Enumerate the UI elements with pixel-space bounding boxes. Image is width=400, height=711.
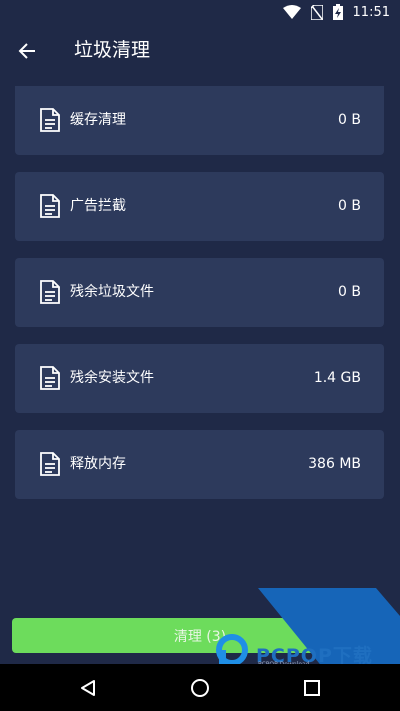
back-triangle-icon bbox=[81, 680, 95, 696]
status-time: 11:51 bbox=[352, 4, 390, 20]
document-icon bbox=[40, 366, 60, 390]
junk-cleaner-screen: 11:51 垃圾清理 缓存清理 0 B 广告拦截 0 B 残余垃圾文件 0 B … bbox=[0, 0, 400, 711]
status-icons: 11:51 bbox=[282, 3, 390, 21]
nav-recents-button[interactable] bbox=[300, 676, 324, 700]
page-title: 垃圾清理 bbox=[74, 39, 151, 61]
wifi-icon bbox=[282, 5, 301, 19]
system-nav-bar bbox=[0, 664, 400, 711]
list-item-size: 0 B bbox=[338, 198, 361, 214]
list-item-ad-block[interactable]: 广告拦截 0 B bbox=[15, 172, 384, 241]
document-icon bbox=[40, 108, 60, 132]
no-sim-icon bbox=[310, 4, 323, 20]
back-button[interactable] bbox=[12, 36, 42, 66]
app-bar: 垃圾清理 bbox=[0, 24, 400, 76]
status-bar: 11:51 bbox=[0, 0, 400, 24]
cleanup-list: 缓存清理 0 B 广告拦截 0 B 残余垃圾文件 0 B 残余安装文件 1.4 … bbox=[15, 86, 384, 516]
nav-home-button[interactable] bbox=[188, 676, 212, 700]
list-item-free-memory[interactable]: 释放内存 386 MB bbox=[15, 430, 384, 499]
battery-charging-icon bbox=[332, 4, 343, 20]
list-item-label: 释放内存 bbox=[70, 456, 126, 472]
arrow-left-icon bbox=[18, 43, 35, 59]
home-circle-icon bbox=[191, 679, 209, 697]
list-item-cache[interactable]: 缓存清理 0 B bbox=[15, 86, 384, 155]
list-item-size: 386 MB bbox=[308, 456, 361, 472]
document-icon bbox=[40, 280, 60, 304]
list-item-label: 广告拦截 bbox=[70, 198, 126, 214]
list-item-residual-junk[interactable]: 残余垃圾文件 0 B bbox=[15, 258, 384, 327]
list-item-label: 残余安装文件 bbox=[70, 370, 154, 386]
list-item-label: 残余垃圾文件 bbox=[70, 284, 154, 300]
document-icon bbox=[40, 194, 60, 218]
document-icon bbox=[40, 452, 60, 476]
list-item-label: 缓存清理 bbox=[70, 112, 126, 128]
nav-back-button[interactable] bbox=[76, 676, 100, 700]
list-item-size: 1.4 GB bbox=[313, 370, 361, 386]
list-item-size: 0 B bbox=[338, 112, 361, 128]
list-item-size: 0 B bbox=[338, 284, 361, 300]
list-item-residual-install[interactable]: 残余安装文件 1.4 GB bbox=[15, 344, 384, 413]
recents-square-icon bbox=[304, 680, 320, 696]
